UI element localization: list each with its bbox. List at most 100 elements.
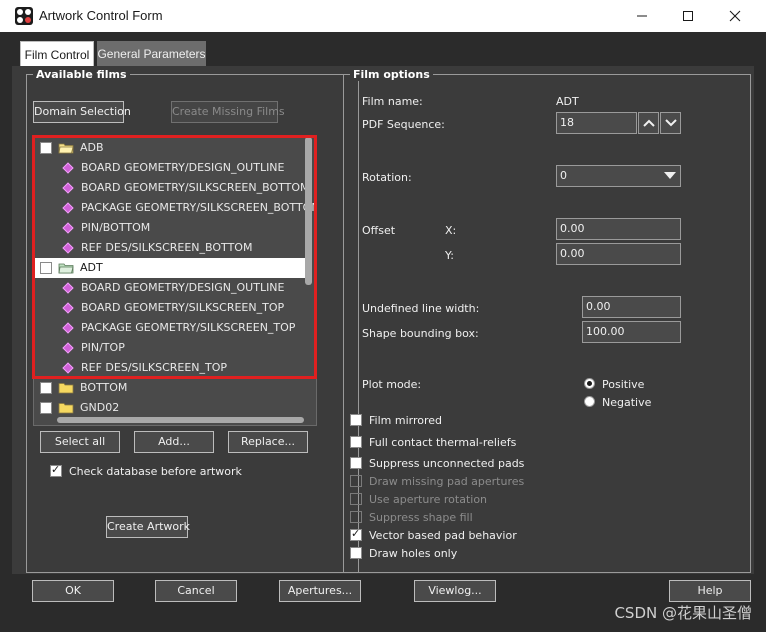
film-label: PACKAGE GEOMETRY/SILKSCREEN_TOP bbox=[81, 321, 296, 334]
help-button[interactable]: Help bbox=[669, 580, 751, 602]
films-list[interactable]: ADB BOARD GEOMETRY/DESIGN_OUTLINE BOARD … bbox=[33, 135, 317, 426]
watermark: CSDN @花果山圣僧 bbox=[614, 604, 752, 622]
list-item[interactable]: ADB bbox=[34, 138, 306, 158]
film-label: BOARD GEOMETRY/SILKSCREEN_TOP bbox=[81, 301, 285, 314]
cancel-button[interactable]: Cancel bbox=[155, 580, 237, 602]
film-checkbox[interactable] bbox=[40, 262, 52, 274]
close-button[interactable] bbox=[712, 0, 758, 32]
create-artwork-button[interactable]: Create Artwork bbox=[106, 516, 190, 538]
offset-y-label: Y: bbox=[445, 249, 454, 262]
pdf-sequence-label: PDF Sequence: bbox=[362, 118, 445, 131]
dropdown-arrow-icon bbox=[664, 172, 676, 179]
folder-open-icon bbox=[58, 143, 74, 154]
shape-bounding-box-input[interactable]: 100.00 bbox=[582, 321, 681, 343]
film-label: PIN/BOTTOM bbox=[81, 221, 151, 234]
draw-missing-apertures-checkbox bbox=[350, 475, 362, 487]
list-item[interactable]: BOARD GEOMETRY/SILKSCREEN_TOP bbox=[34, 298, 306, 318]
apertures-button[interactable]: Apertures... bbox=[279, 580, 361, 602]
chevron-down-icon bbox=[665, 119, 677, 127]
close-icon bbox=[729, 10, 741, 22]
use-aperture-rotation-checkbox bbox=[350, 493, 362, 505]
list-item[interactable]: BOARD GEOMETRY/DESIGN_OUTLINE bbox=[34, 278, 306, 298]
film-label: REF DES/SILKSCREEN_TOP bbox=[81, 361, 228, 374]
offset-x-input[interactable]: 0.00 bbox=[556, 218, 681, 240]
replace-button[interactable]: Replace... bbox=[228, 431, 308, 453]
select-all-button[interactable]: Select all bbox=[40, 431, 120, 453]
list-item[interactable]: BOTTOM bbox=[34, 378, 306, 398]
domain-selection-button[interactable]: Domain Selection bbox=[33, 101, 131, 123]
film-name-value: ADT bbox=[556, 95, 579, 108]
film-label: BOARD GEOMETRY/DESIGN_OUTLINE bbox=[81, 161, 285, 174]
list-item[interactable]: GND02 bbox=[34, 398, 306, 418]
positive-radio[interactable] bbox=[584, 378, 595, 389]
suppress-unconnected-label: Suppress unconnected pads bbox=[369, 457, 525, 470]
pdf-sequence-input[interactable]: 18 bbox=[556, 112, 637, 134]
maximize-button[interactable] bbox=[665, 0, 711, 32]
shape-bounding-box-label: Shape bounding box: bbox=[362, 327, 479, 340]
tab-general-parameters[interactable]: General Parameters bbox=[97, 41, 206, 67]
film-mirrored-checkbox[interactable] bbox=[350, 414, 362, 426]
list-item[interactable]: REF DES/SILKSCREEN_TOP bbox=[34, 358, 306, 378]
film-label: PACKAGE GEOMETRY/SILKSCREEN_BOTTOM bbox=[81, 201, 317, 214]
minimize-button[interactable] bbox=[619, 0, 665, 32]
list-item[interactable]: PIN/TOP bbox=[34, 338, 306, 358]
negative-label: Negative bbox=[602, 396, 652, 409]
minimize-icon bbox=[637, 15, 647, 17]
viewlog-button[interactable]: Viewlog... bbox=[414, 580, 496, 602]
draw-holes-only-checkbox[interactable] bbox=[350, 547, 362, 559]
folder-icon bbox=[58, 403, 74, 414]
undefined-line-width-input[interactable]: 0.00 bbox=[582, 296, 681, 318]
offset-x-label: X: bbox=[445, 224, 457, 237]
folder-open-icon bbox=[58, 263, 74, 274]
film-label: BOARD GEOMETRY/DESIGN_OUTLINE bbox=[81, 281, 285, 294]
list-item[interactable]: PIN/BOTTOM bbox=[34, 218, 306, 238]
spin-down-button[interactable] bbox=[660, 112, 681, 134]
draw-missing-apertures-label: Draw missing pad apertures bbox=[369, 475, 525, 488]
film-label: GND02 bbox=[80, 401, 120, 414]
vertical-scrollbar[interactable] bbox=[305, 137, 312, 285]
spin-up-button[interactable] bbox=[638, 112, 659, 134]
film-checkbox[interactable] bbox=[40, 382, 52, 394]
list-item[interactable]: BOARD GEOMETRY/DESIGN_OUTLINE bbox=[34, 158, 306, 178]
undefined-line-width-label: Undefined line width: bbox=[362, 302, 480, 315]
folder-icon bbox=[58, 383, 74, 394]
title-bar: Artwork Control Form bbox=[0, 0, 766, 32]
draw-holes-only-label: Draw holes only bbox=[369, 547, 458, 560]
film-checkbox[interactable] bbox=[40, 402, 52, 414]
use-aperture-rotation-label: Use aperture rotation bbox=[369, 493, 488, 506]
layer-diamond-icon bbox=[62, 162, 74, 174]
film-label: ADB bbox=[80, 141, 104, 154]
negative-radio[interactable] bbox=[584, 396, 595, 407]
ok-button[interactable]: OK bbox=[32, 580, 114, 602]
offset-y-input[interactable]: 0.00 bbox=[556, 243, 681, 265]
film-checkbox[interactable] bbox=[40, 142, 52, 154]
horizontal-scrollbar[interactable] bbox=[57, 417, 304, 423]
list-item[interactable]: REF DES/SILKSCREEN_BOTTOM bbox=[34, 238, 306, 258]
tab-film-control[interactable]: Film Control bbox=[20, 41, 94, 67]
checkmark-icon: ✓ bbox=[351, 527, 361, 540]
list-item[interactable]: PACKAGE GEOMETRY/SILKSCREEN_BOTTOM bbox=[34, 198, 316, 218]
rotation-dropdown[interactable]: 0 bbox=[556, 165, 681, 187]
rotation-label: Rotation: bbox=[362, 171, 412, 184]
list-item-selected[interactable]: ADT bbox=[34, 258, 306, 278]
window-title: Artwork Control Form bbox=[39, 8, 163, 23]
check-database-checkbox[interactable]: ✓ bbox=[50, 463, 62, 477]
film-label: REF DES/SILKSCREEN_BOTTOM bbox=[81, 241, 253, 254]
suppress-shape-fill-checkbox bbox=[350, 511, 362, 523]
chevron-up-icon bbox=[643, 119, 655, 127]
film-options-label: Film options bbox=[350, 68, 433, 81]
vector-pad-behavior-checkbox[interactable]: ✓ bbox=[350, 527, 362, 541]
layer-diamond-icon bbox=[62, 362, 74, 374]
layer-diamond-icon bbox=[62, 302, 74, 314]
list-item[interactable]: PACKAGE GEOMETRY/SILKSCREEN_TOP bbox=[34, 318, 306, 338]
add-button[interactable]: Add... bbox=[134, 431, 214, 453]
list-item[interactable]: BOARD GEOMETRY/SILKSCREEN_BOTTOM bbox=[34, 178, 310, 198]
full-contact-checkbox[interactable] bbox=[350, 436, 362, 448]
offset-label: Offset bbox=[362, 224, 396, 237]
layer-diamond-icon bbox=[62, 182, 74, 194]
layer-diamond-icon bbox=[62, 342, 74, 354]
layer-diamond-icon bbox=[62, 322, 74, 334]
maximize-icon bbox=[683, 11, 693, 21]
film-label: BOARD GEOMETRY/SILKSCREEN_BOTTOM bbox=[81, 181, 310, 194]
suppress-unconnected-checkbox[interactable] bbox=[350, 457, 362, 469]
